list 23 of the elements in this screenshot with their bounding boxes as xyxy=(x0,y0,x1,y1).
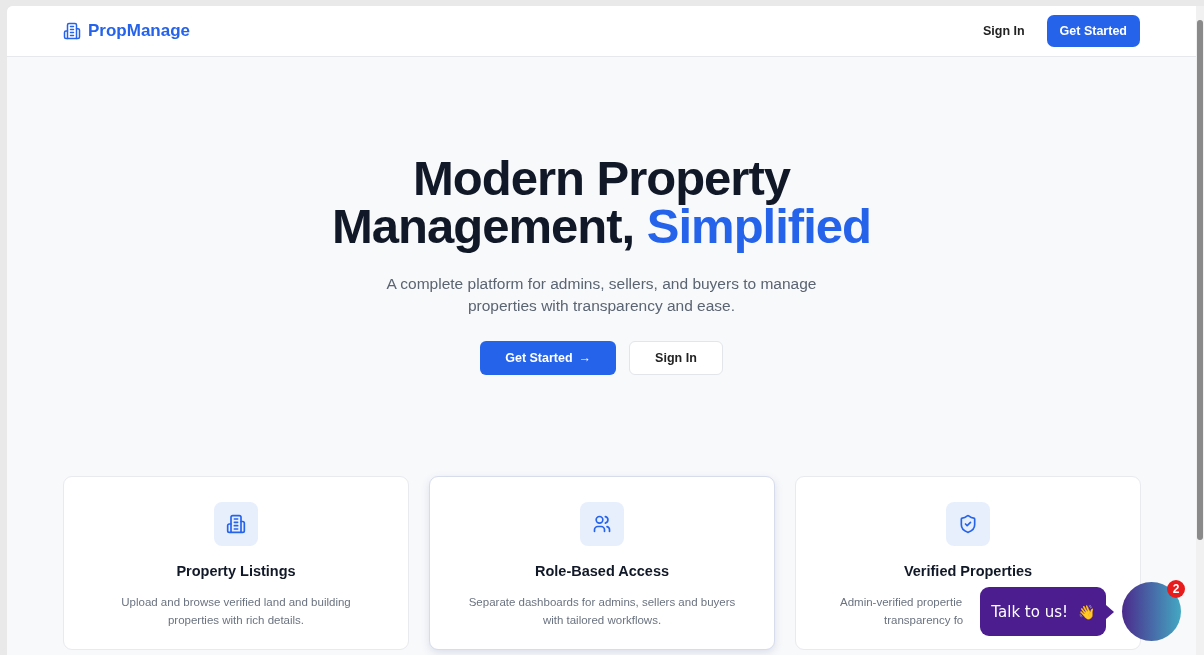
notification-badge: 2 xyxy=(1167,580,1185,598)
feature-title: Verified Properties xyxy=(903,563,1033,579)
sign-in-link[interactable]: Sign In xyxy=(982,15,1025,47)
feature-description: properties with rich details. xyxy=(167,613,305,628)
feature-description: Separate dashboards for admins, sellers and buyers xyxy=(468,595,736,610)
feature-description: Admin-verified propertie xyxy=(839,595,963,610)
feature-description: with tailored workflows. xyxy=(542,613,662,628)
chat-bubble[interactable]: Talk to us! 👋 xyxy=(980,587,1106,636)
feature-title: Property Listings xyxy=(176,563,296,579)
feature-title: Role-Based Access xyxy=(534,563,670,579)
brand-name[interactable]: PropManage xyxy=(88,21,191,41)
building-icon xyxy=(226,514,246,534)
sign-in-button[interactable]: Sign In xyxy=(629,341,723,375)
building-icon xyxy=(63,22,81,40)
get-started-button[interactable]: Get Started xyxy=(1046,15,1140,47)
get-started-button[interactable]: Get Started → xyxy=(480,341,617,375)
bubble-tail xyxy=(1106,604,1114,619)
feature-description: transparency fo xyxy=(883,613,964,628)
feature-description: Upload and browse verified land and building xyxy=(121,595,351,610)
users-icon xyxy=(592,514,612,534)
hero-subtitle: A complete platform for admins, sellers, and buyers to manage properties with transparency and ease. xyxy=(385,274,818,316)
scrollbar-thumb[interactable] xyxy=(1197,20,1203,540)
shield-check-icon xyxy=(958,514,978,534)
